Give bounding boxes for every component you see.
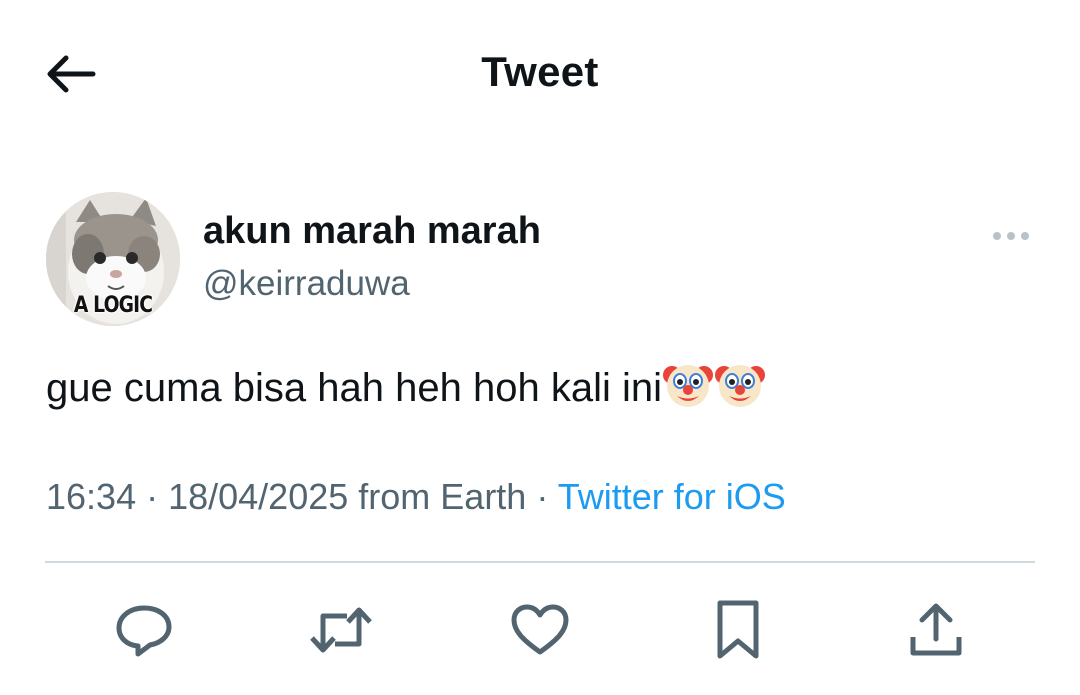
clown-face-emoji <box>662 365 713 408</box>
avatar-caption: A LOGIC <box>73 293 153 318</box>
reply-icon <box>116 605 172 657</box>
meta-separator: · <box>136 476 169 517</box>
tweet-source-link[interactable]: Twitter for iOS <box>558 476 786 517</box>
more-options-button[interactable] <box>986 218 1036 254</box>
tweet-text-content: gue cuma bisa hah heh hoh kali ini <box>46 366 662 410</box>
more-horizontal-icon <box>993 232 1029 240</box>
retweet-icon <box>310 607 372 653</box>
top-bar: Tweet <box>0 0 1080 150</box>
like-button[interactable] <box>505 595 575 665</box>
tweet-text: gue cuma bisa hah heh hoh kali ini <box>46 360 766 416</box>
bookmark-icon <box>717 600 759 659</box>
user-handle[interactable]: @keirraduwa <box>203 264 410 304</box>
share-icon <box>910 603 962 656</box>
display-name[interactable]: akun marah marah <box>203 210 541 253</box>
avatar[interactable]: A LOGIC <box>46 192 180 326</box>
tweet-date[interactable]: 18/04/2025 <box>168 476 348 517</box>
page-title: Tweet <box>481 48 599 95</box>
tweet-location: from Earth <box>348 476 527 517</box>
share-button[interactable] <box>901 595 971 665</box>
clown-face-emoji <box>714 365 765 408</box>
retweet-button[interactable] <box>306 595 376 665</box>
meta-separator: · <box>526 476 558 517</box>
tweet-metadata: 16:34 · 18/04/2025 from Earth · Twitter … <box>46 476 786 518</box>
tweet-time[interactable]: 16:34 <box>46 476 136 517</box>
heart-icon <box>511 604 569 655</box>
bookmark-button[interactable] <box>703 595 773 665</box>
tweet-actions-bar <box>0 595 1080 665</box>
reply-button[interactable] <box>109 595 179 665</box>
tweet-author: A LOGIC akun marah marah @keirraduwa <box>46 192 1036 332</box>
divider <box>45 561 1035 563</box>
